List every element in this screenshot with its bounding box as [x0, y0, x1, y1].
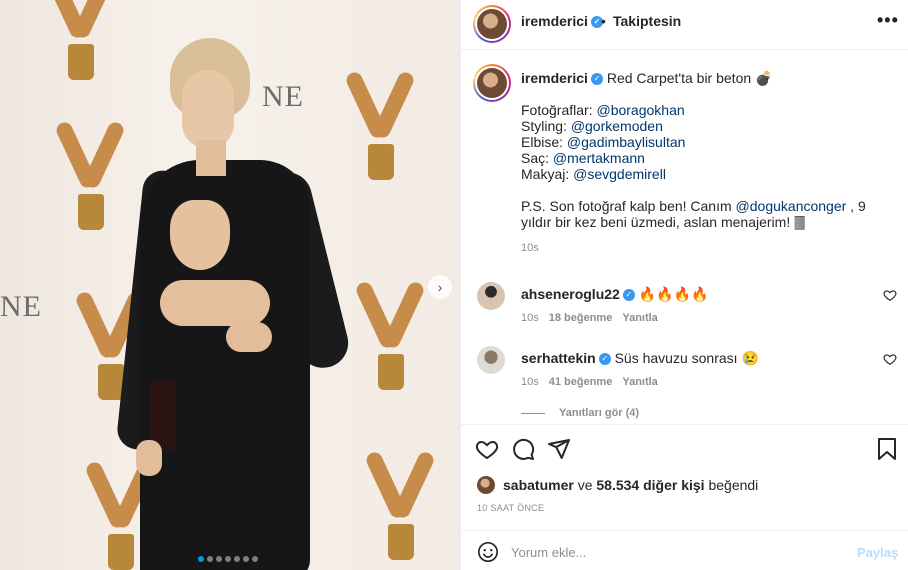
likes-connector: ve	[577, 477, 593, 493]
mention-link[interactable]: @sevgdemirell	[573, 166, 666, 182]
carousel-dot	[252, 556, 258, 562]
heart-icon[interactable]	[475, 437, 499, 461]
credit-label: Saç:	[521, 150, 553, 166]
post-username[interactable]: iremderici ✓	[521, 13, 603, 29]
add-comment-bar: Paylaş	[461, 530, 908, 570]
carousel-dot	[207, 556, 213, 562]
comment-likes[interactable]: 41 beğenme	[549, 376, 613, 388]
mention-link[interactable]: @dogukanconger	[736, 198, 847, 214]
post-timestamp[interactable]: 10 SAAT ÖNCE	[477, 503, 544, 513]
mention-link[interactable]: @boragokhan	[596, 102, 684, 118]
comment-likes[interactable]: 18 beğenme	[549, 312, 613, 324]
action-bar	[461, 424, 908, 474]
comment-time[interactable]: 10s	[521, 376, 539, 388]
avatar[interactable]	[477, 9, 507, 39]
mention-link[interactable]: @mertakmann	[553, 150, 645, 166]
carousel-next-button[interactable]: ›	[428, 275, 452, 299]
comment-text: Süs havuzu sonrası 😢	[614, 350, 759, 366]
verified-icon: ✓	[598, 353, 611, 366]
woman-in-black-dress	[115, 30, 360, 570]
trophy-backdrop-3	[53, 110, 127, 230]
avatar[interactable]	[477, 68, 507, 98]
comment-time[interactable]: 10s	[521, 312, 539, 324]
comment-text: 🔥🔥🔥🔥	[638, 286, 709, 302]
mention-link[interactable]: @gorkemoden	[571, 118, 663, 134]
carousel-dot	[216, 556, 222, 562]
carousel-indicator	[198, 556, 258, 562]
reply-button[interactable]: Yanıtla	[622, 312, 657, 324]
avatar[interactable]	[477, 476, 495, 494]
credit-label: Styling:	[521, 118, 571, 134]
heart-icon[interactable]	[883, 352, 897, 366]
ps-text: P.S. Son fotoğraf kalp ben! Canım	[521, 198, 736, 214]
post-details-panel: iremderici ✓ • Takiptesin ••• iremderici ✓…	[460, 0, 908, 570]
carousel-dot	[198, 556, 204, 562]
separator-dot: •	[601, 13, 606, 29]
more-options-button[interactable]: •••	[877, 10, 899, 31]
mention-link[interactable]: @gadimbaylisultan	[567, 134, 686, 150]
post-photo[interactable]: NE NE ›	[0, 0, 460, 570]
liked-by-user[interactable]: sabatumer	[503, 477, 574, 493]
caption-time[interactable]: 10s	[521, 242, 539, 254]
verified-icon: ✓	[590, 73, 603, 86]
avatar[interactable]	[477, 346, 505, 374]
replies-divider	[521, 412, 545, 414]
story-ring[interactable]	[473, 5, 511, 43]
trophy-backdrop-1	[43, 0, 117, 80]
likes-summary: sabatumer ve 58.534 diğer kişi beğendi	[477, 476, 758, 494]
likes-suffix: beğendi	[708, 477, 759, 493]
avatar[interactable]	[477, 282, 505, 310]
view-replies-label: Yanıtları gör (4)	[559, 407, 640, 419]
comment-input[interactable]	[511, 537, 841, 567]
caption-text: Red Carpet'ta bir beton 💣	[606, 70, 773, 86]
carousel-dot	[243, 556, 249, 562]
backdrop-logo-text: NE	[0, 290, 42, 323]
comment-icon[interactable]	[511, 437, 535, 461]
carousel-dot	[225, 556, 231, 562]
following-button[interactable]: Takiptesin	[613, 13, 681, 29]
carousel-dot	[234, 556, 240, 562]
share-icon[interactable]	[547, 437, 571, 461]
heart-icon[interactable]	[883, 288, 897, 302]
credit-label: Makyaj:	[521, 166, 574, 182]
emoji-icon[interactable]	[477, 541, 499, 563]
trophy-backdrop-5	[353, 270, 427, 390]
likes-others-count[interactable]: 58.534 diğer kişi	[596, 477, 704, 493]
trophy-backdrop-7	[363, 440, 437, 560]
bookmark-icon[interactable]	[875, 437, 899, 461]
verified-icon: ✓	[622, 289, 635, 302]
reply-button[interactable]: Yanıtla	[622, 376, 657, 388]
post-header: iremderici ✓ • Takiptesin •••	[461, 0, 908, 50]
view-replies-button[interactable]: Yanıtları gör (4)	[521, 407, 639, 419]
caption-username[interactable]: iremderici	[521, 70, 588, 86]
comment-username[interactable]: serhattekin	[521, 350, 596, 366]
credit-label: Elbise:	[521, 134, 567, 150]
post-comment-button[interactable]: Paylaş	[857, 545, 898, 560]
credit-label: Fotoğraflar:	[521, 102, 597, 118]
comment-username[interactable]: ahseneroglu22	[521, 286, 620, 302]
